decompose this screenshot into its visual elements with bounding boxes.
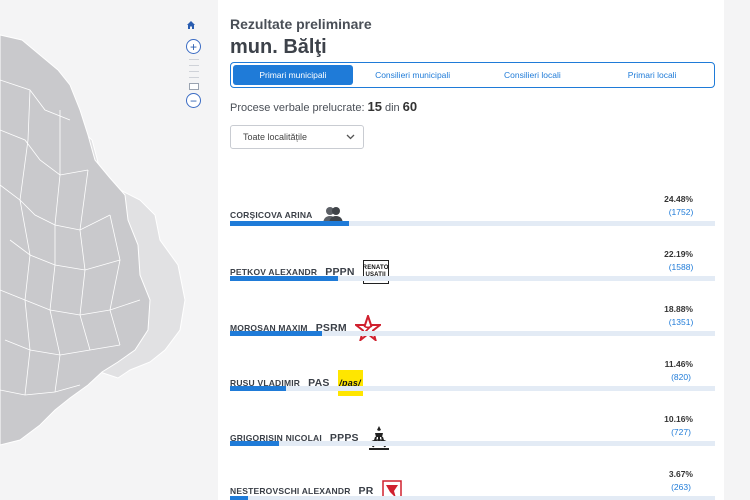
ppps-logo	[367, 425, 391, 451]
candidate-percent: 18.88%	[664, 304, 693, 314]
map-controls: + −	[186, 20, 202, 112]
candidate-percent: 22.19%	[664, 249, 693, 259]
candidate-votes: (727)	[671, 427, 691, 437]
candidate-bar-fill	[230, 496, 248, 500]
candidate-bar-track	[230, 276, 715, 281]
candidate-bar-fill	[230, 386, 286, 391]
results-panel: Rezultate preliminare mun. Bălţi Primari…	[218, 0, 724, 500]
tab-consilieri-locali[interactable]: Consilieri locali	[473, 65, 593, 85]
candidate-name: NESTEROVSCHI ALEXANDR	[230, 486, 351, 496]
candidate-bar-track	[230, 221, 715, 226]
election-type-tabs: Primari municipali Consilieri municipali…	[230, 62, 715, 88]
processed-count: 15	[367, 99, 382, 114]
candidate-votes: (1588)	[668, 262, 694, 272]
candidate-row[interactable]: GRIGORIŞIN NICOLAI PPPS 10.16% (727)	[230, 414, 715, 454]
page-gutter	[724, 0, 750, 500]
candidate-row[interactable]: MOROŞAN MAXIM PSRM 18.88% (1351)	[230, 304, 715, 344]
zoom-in-button[interactable]: +	[186, 39, 201, 54]
psrm-star-logo	[354, 315, 381, 341]
home-icon	[187, 21, 195, 29]
pas-logo: /pas/	[337, 370, 363, 396]
zoom-out-button[interactable]: −	[186, 93, 201, 108]
candidate-row[interactable]: NESTEROVSCHI ALEXANDR PR 3.67% (263)	[230, 469, 715, 500]
candidate-votes: (1351)	[668, 317, 694, 327]
tab-primari-locali[interactable]: Primari locali	[592, 65, 712, 85]
zoom-tick	[189, 59, 199, 60]
map-region-main[interactable]	[0, 34, 151, 446]
processed-total: 60	[402, 99, 418, 114]
candidate-bar-track	[230, 386, 715, 391]
candidate-bar-fill	[230, 331, 322, 336]
tab-consilieri-municipali[interactable]: Consilieri municipali	[353, 65, 473, 85]
chevron-down-icon	[346, 132, 355, 142]
plus-icon: +	[189, 39, 197, 54]
candidate-bar-track	[230, 441, 715, 446]
zoom-slider[interactable]	[189, 59, 199, 90]
home-button[interactable]	[186, 20, 201, 35]
candidate-row[interactable]: PETKOV ALEXANDR PPPN RENATO USATII 22.19…	[230, 249, 715, 289]
candidate-bar-fill	[230, 221, 349, 226]
processed-label: Procese verbale prelucrate:	[230, 102, 365, 114]
candidate-percent: 11.46%	[664, 359, 693, 369]
candidate-votes: (820)	[671, 372, 691, 382]
candidate-name: CORŞICOVA ARINA	[230, 210, 313, 220]
candidate-bar-fill	[230, 441, 280, 446]
candidate-percent: 3.67%	[668, 469, 693, 479]
candidate-votes: (263)	[671, 482, 691, 492]
map-pane[interactable]: + −	[0, 0, 218, 500]
candidate-name-group: MOROŞAN MAXIM PSRM	[230, 315, 381, 341]
locality-select[interactable]: Toate localitățile	[230, 125, 364, 149]
pas-logo-text: /pas/	[337, 370, 363, 396]
zoom-tick	[189, 71, 199, 72]
candidate-percent: 24.48%	[664, 194, 693, 204]
candidate-bar-track	[230, 496, 715, 500]
candidate-votes: (1752)	[668, 207, 694, 217]
zoom-handle[interactable]	[189, 83, 199, 90]
tab-primari-municipali[interactable]: Primari municipali	[233, 65, 353, 85]
candidate-name-group: RUSU VLADIMIR PAS /pas/	[230, 370, 363, 396]
candidate-percent: 10.16%	[664, 414, 693, 424]
zoom-tick	[189, 77, 199, 78]
page-pre-title: Rezultate preliminare	[230, 16, 372, 32]
candidate-bar-fill	[230, 276, 338, 281]
candidate-name-group: GRIGORIŞIN NICOLAI PPPS	[230, 425, 391, 451]
minus-icon: −	[189, 93, 197, 108]
processed-separator: din	[384, 102, 400, 114]
page-title: mun. Bălţi	[230, 36, 327, 58]
zoom-tick	[189, 65, 199, 66]
candidate-row[interactable]: RUSU VLADIMIR PAS /pas/ 11.46% (820)	[230, 359, 715, 399]
locality-select-value: Toate localitățile	[243, 132, 308, 142]
candidate-row[interactable]: CORŞICOVA ARINA 24.48% (1752)	[230, 194, 715, 234]
processed-reports: Procese verbale prelucrate: 15 din 60	[230, 99, 417, 114]
candidate-bar-track	[230, 331, 715, 336]
